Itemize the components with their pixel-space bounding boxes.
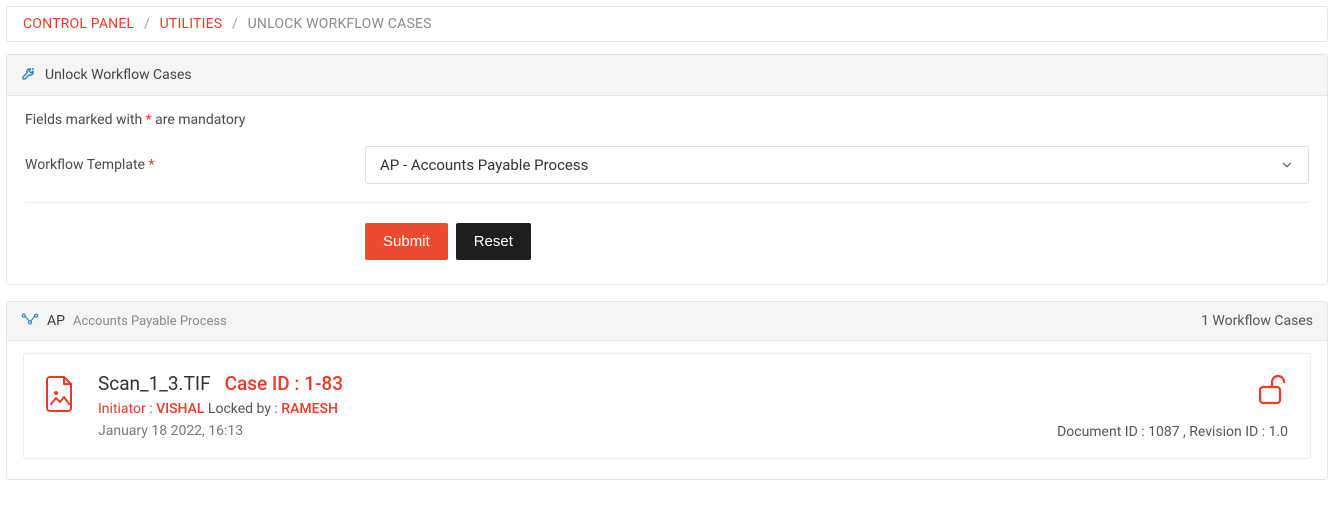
cases-panel-header: AP Accounts Payable Process 1 Workflow C… xyxy=(7,302,1327,341)
workflow-template-field: AP - Accounts Payable Process xyxy=(365,146,1309,184)
select-value: AP - Accounts Payable Process xyxy=(380,156,588,174)
document-revision-text: Document ID : 1087 , Revision ID : 1.0 xyxy=(1057,424,1288,440)
case-count: 1 Workflow Cases xyxy=(1201,313,1313,329)
breadcrumb-link-utilities[interactable]: UTILITIES xyxy=(160,16,223,32)
locked-by-label: Locked by : xyxy=(204,401,281,417)
case-main: Scan_1_3.TIF Case ID : 1-83 Initiator : … xyxy=(98,372,1008,439)
case-timestamp: January 18 2022, 16:13 xyxy=(98,423,1008,439)
breadcrumb-current: UNLOCK WORKFLOW CASES xyxy=(248,16,432,32)
unlock-icon xyxy=(1256,372,1286,406)
workflow-cases-panel: AP Accounts Payable Process 1 Workflow C… xyxy=(6,301,1328,480)
initiator-value: VISHAL xyxy=(156,401,204,417)
field-label-text: Workflow Template xyxy=(25,157,148,173)
case-card: Scan_1_3.TIF Case ID : 1-83 Initiator : … xyxy=(23,353,1311,459)
mandatory-suffix: are mandatory xyxy=(152,112,246,128)
initiator-label: Initiator : xyxy=(98,401,156,417)
document-icon xyxy=(42,372,78,416)
workflow-template-select[interactable]: AP - Accounts Payable Process xyxy=(365,146,1309,184)
workflow-icon xyxy=(21,312,39,330)
case-meta: Initiator : VISHAL Locked by : RAMESH xyxy=(98,401,1008,417)
reset-button[interactable]: Reset xyxy=(456,223,531,260)
case-title-row: Scan_1_3.TIF Case ID : 1-83 xyxy=(98,372,1008,395)
mandatory-prefix: Fields marked with xyxy=(25,112,146,128)
workflow-name: Accounts Payable Process xyxy=(73,314,227,329)
mandatory-note: Fields marked with * are mandatory xyxy=(25,112,1309,128)
breadcrumb-link-control-panel[interactable]: CONTROL PANEL xyxy=(23,16,134,32)
workflow-code: AP xyxy=(47,313,65,329)
case-filename: Scan_1_3.TIF xyxy=(98,372,211,395)
breadcrumb-separator: / xyxy=(226,16,244,32)
panel-title: Unlock Workflow Cases xyxy=(45,67,192,83)
case-right: Document ID : 1087 , Revision ID : 1.0 xyxy=(1028,372,1288,440)
header-left: AP Accounts Payable Process xyxy=(21,312,227,330)
unlock-workflow-panel: Unlock Workflow Cases Fields marked with… xyxy=(6,54,1328,285)
panel-header: Unlock Workflow Cases xyxy=(7,55,1327,96)
workflow-template-row: Workflow Template * AP - Accounts Payabl… xyxy=(25,146,1309,184)
select-control[interactable]: AP - Accounts Payable Process xyxy=(365,146,1309,184)
chevron-down-icon xyxy=(1280,158,1294,172)
divider xyxy=(25,202,1309,203)
case-id: Case ID : 1-83 xyxy=(225,372,343,395)
breadcrumb-separator: / xyxy=(138,16,156,32)
breadcrumb: CONTROL PANEL / UTILITIES / UNLOCK WORKF… xyxy=(6,6,1328,42)
required-mark: * xyxy=(148,157,154,173)
workflow-template-label: Workflow Template * xyxy=(25,157,345,173)
tools-icon xyxy=(21,65,37,85)
panel-body: Fields marked with * are mandatory Workf… xyxy=(7,96,1327,284)
submit-button[interactable]: Submit xyxy=(365,223,448,260)
locked-by-value: RAMESH xyxy=(281,401,338,417)
unlock-button[interactable] xyxy=(1254,372,1288,406)
button-row: Submit Reset xyxy=(365,223,1309,260)
